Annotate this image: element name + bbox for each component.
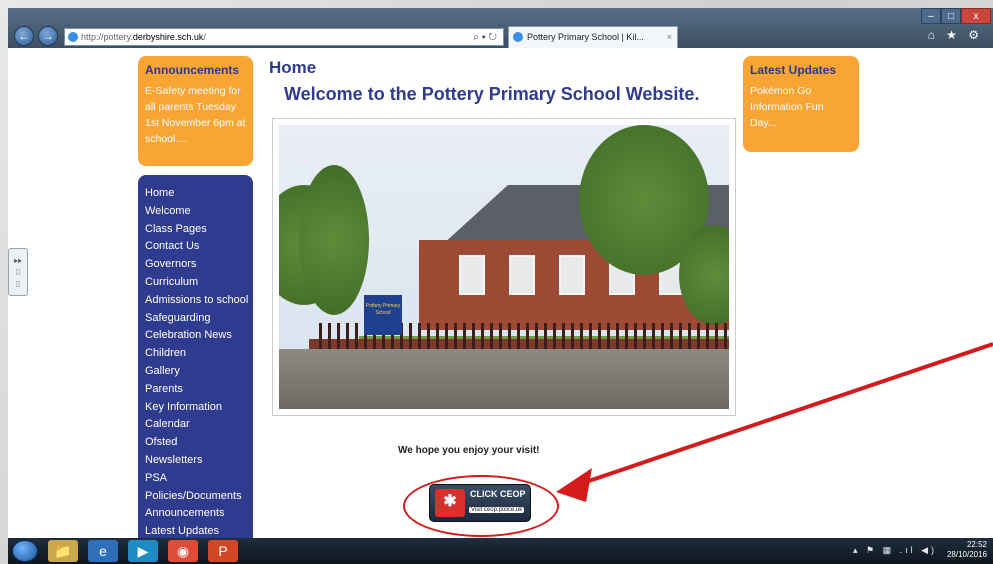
maximize-button[interactable]: □ <box>941 8 961 24</box>
start-button[interactable] <box>12 540 38 562</box>
clock[interactable]: 22:52 28/10/2016 <box>947 540 987 560</box>
main-menu: Home Welcome Class Pages Contact Us Gove… <box>138 175 253 545</box>
menu-item-announcements[interactable]: Announcements <box>145 505 246 523</box>
menu-item-calendar[interactable]: Calendar <box>145 416 246 434</box>
latest-updates-title: Latest Updates <box>750 63 837 77</box>
close-window-button[interactable]: x <box>961 8 991 24</box>
tab-close-icon[interactable]: × <box>667 27 672 47</box>
ie-page-icon <box>68 32 78 42</box>
menu-item-curriculum[interactable]: Curriculum <box>145 274 246 292</box>
menu-item-gallery[interactable]: Gallery <box>145 363 246 381</box>
system-tray-icons[interactable]: ▴ ⚑ ▦ .ıl ◀) <box>853 545 937 556</box>
side-panel-handle[interactable]: ▸▸ ⁞⁞ ⁞⁞ <box>8 248 28 296</box>
media-taskbar-icon[interactable]: ▶ <box>128 540 158 562</box>
url-suffix: / <box>203 32 206 42</box>
chrome-taskbar-icon[interactable]: ◉ <box>168 540 198 562</box>
ie-taskbar-icon[interactable]: e <box>88 540 118 562</box>
announcements-title: Announcements <box>145 63 240 77</box>
window-controls: – □ x <box>921 8 991 24</box>
menu-item-celebration-news[interactable]: Celebration News <box>145 327 246 345</box>
menu-item-key-information[interactable]: Key Information <box>145 399 246 417</box>
forward-button[interactable]: → <box>38 26 58 46</box>
menu-item-parents[interactable]: Parents <box>145 381 246 399</box>
school-photo: Pottery Primary School <box>272 118 736 416</box>
browser-tab[interactable]: Pottery Primary School | Kil... × <box>508 26 678 48</box>
school-sign: Pottery Primary School <box>364 295 402 335</box>
menu-item-children[interactable]: Children <box>145 345 246 363</box>
explorer-taskbar-icon[interactable]: 📁 <box>48 540 78 562</box>
menu-item-psa[interactable]: PSA <box>145 470 246 488</box>
url-domain: derbyshire.sch.uk <box>132 32 204 42</box>
welcome-message: We hope you enjoy your visit! <box>398 445 540 456</box>
search-refresh-controls[interactable]: ⌕ ▾ ↻ <box>473 30 497 45</box>
menu-item-class-pages[interactable]: Class Pages <box>145 221 246 239</box>
menu-item-contact-us[interactable]: Contact Us <box>145 238 246 256</box>
welcome-heading: Welcome to the Pottery Primary School We… <box>284 84 700 104</box>
address-bar[interactable]: http://pottery.derbyshire.sch.uk/ ⌕ ▾ ↻ <box>64 28 504 46</box>
ie-tab-icon <box>513 32 523 42</box>
powerpoint-taskbar-icon[interactable]: P <box>208 540 238 562</box>
page-title: Home <box>269 58 317 77</box>
announcements-text[interactable]: E-Safety meeting for all parents Tuesday… <box>145 83 246 147</box>
menu-item-ofsted[interactable]: Ofsted <box>145 434 246 452</box>
menu-item-admissions[interactable]: Admissions to school <box>145 292 248 310</box>
back-button[interactable]: ← <box>14 26 34 46</box>
menu-item-safeguarding[interactable]: Safeguarding <box>145 310 246 328</box>
menu-item-home[interactable]: Home <box>145 185 246 203</box>
slide-frame: ← → http://pottery.derbyshire.sch.uk/ ⌕ … <box>0 0 993 564</box>
latest-updates-box: Latest Updates Pokémon Go Information Fu… <box>743 56 859 152</box>
screen: ← → http://pottery.derbyshire.sch.uk/ ⌕ … <box>8 8 993 564</box>
menu-item-governors[interactable]: Governors <box>145 256 246 274</box>
latest-updates-text[interactable]: Pokémon Go Information Fun Day... <box>750 83 852 131</box>
clock-time: 22:52 <box>966 540 987 549</box>
url-prefix: http://pottery. <box>81 32 133 42</box>
taskbar: 📁 e ▶ ◉ P ▴ ⚑ ▦ .ıl ◀) 22:52 28/10/2016 <box>8 538 993 564</box>
clock-date: 28/10/2016 <box>946 550 987 559</box>
browser-toolbar: ← → http://pottery.derbyshire.sch.uk/ ⌕ … <box>8 8 993 48</box>
school-building-image: Pottery Primary School <box>279 125 729 409</box>
announcements-box: Announcements E-Safety meeting for all p… <box>138 56 253 166</box>
home-favorites-settings-icons[interactable]: ⌂ ★ ⚙ <box>928 28 983 42</box>
annotation-circle <box>403 475 559 537</box>
minimize-button[interactable]: – <box>921 8 941 24</box>
menu-item-policies[interactable]: Policies/Documents <box>145 488 246 506</box>
tab-title: Pottery Primary School | Kil... <box>527 32 644 42</box>
menu-item-newsletters[interactable]: Newsletters <box>145 452 246 470</box>
web-page: ▸▸ ⁞⁞ ⁞⁞ Announcements E-Safety meeting fo… <box>8 48 993 545</box>
menu-item-welcome[interactable]: Welcome <box>145 203 246 221</box>
